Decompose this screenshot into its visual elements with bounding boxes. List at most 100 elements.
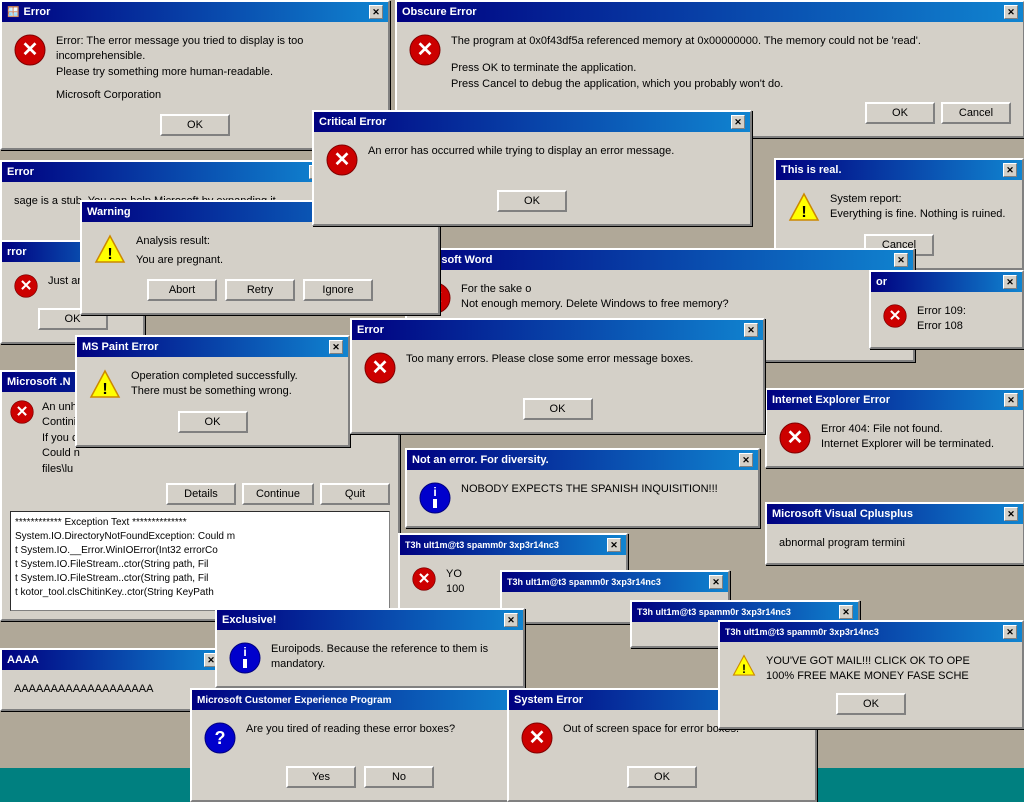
title-warning: Warning (87, 206, 131, 218)
close-btn-ms-word[interactable]: ✕ (894, 253, 908, 267)
close-btn-spam2[interactable]: ✕ (709, 575, 723, 589)
svg-text:✕: ✕ (418, 571, 431, 588)
close-btn-error-109[interactable]: ✕ (1003, 275, 1017, 289)
titlebar-spam2[interactable]: T3h ult1m@t3 spamm0r 3xp3r14nc3 ✕ (502, 572, 728, 592)
retry-btn-warning[interactable]: Retry (225, 279, 295, 301)
ms-visual-dialog: Microsoft Visual Cplusplus ✕ abnormal pr… (765, 502, 1024, 565)
titlebar-spam1[interactable]: T3h ult1m@t3 spamm0r 3xp3r14nc3 ✕ (400, 535, 626, 555)
ok-btn-critical[interactable]: OK (497, 190, 567, 212)
error-icon-just: ✕ (14, 274, 38, 298)
title-this-is-real: This is real. (781, 164, 842, 176)
error-msg2-top-left: Please try something more human-readable… (56, 65, 376, 80)
svg-text:✕: ✕ (417, 39, 434, 61)
error-icon-top-left: ✕ (14, 34, 46, 66)
error-icon-obscure: ✕ (409, 34, 441, 66)
titlebar-not-an-error[interactable]: Not an error. For diversity. ✕ (407, 450, 758, 470)
svg-text:✕: ✕ (889, 308, 902, 325)
close-btn-error-top-left[interactable]: ✕ (369, 5, 383, 19)
no-btn-ms-customer[interactable]: No (364, 766, 434, 788)
ok-btn-ms-paint[interactable]: OK (178, 411, 248, 433)
ms-word-msg1: For the sake o (461, 282, 729, 297)
close-btn-spam1[interactable]: ✕ (607, 538, 621, 552)
close-btn-obscure-error[interactable]: ✕ (1004, 5, 1018, 19)
title-spam2: T3h ult1m@t3 spamm0r 3xp3r14nc3 (507, 577, 661, 587)
titlebar-exclusive[interactable]: Exclusive! ✕ (217, 610, 523, 630)
cancel-btn-obscure[interactable]: Cancel (941, 102, 1011, 124)
titlebar-spam3[interactable]: T3h ult1m@t3 spamm0r 3xp3r14nc3 ✕ (632, 602, 858, 622)
ok-btn-spam4[interactable]: OK (836, 693, 906, 715)
titlebar-ie-error[interactable]: Internet Explorer Error ✕ (767, 390, 1023, 410)
titlebar-stub-error[interactable]: Error ✕ (2, 162, 328, 182)
close-btn-ms-paint[interactable]: ✕ (329, 340, 343, 354)
title-ms-visual: Microsoft Visual Cplusplus (772, 508, 913, 520)
error-icon-dotnet: ✕ (10, 400, 34, 424)
exclusive-dialog: Exclusive! ✕ i Euroipods. Because the re… (215, 608, 525, 688)
title-ms-paint: MS Paint Error (82, 341, 158, 353)
close-btn-spam4[interactable]: ✕ (1003, 625, 1017, 639)
continue-btn-dotnet[interactable]: Continue (242, 483, 314, 505)
close-btn-this-is-real[interactable]: ✕ (1003, 163, 1017, 177)
title-stub-error: Error (7, 166, 34, 178)
ms-word-msg2: Not enough memory. Delete Windows to fre… (461, 297, 729, 312)
titlebar-error-middle[interactable]: Error ✕ (352, 320, 763, 340)
titlebar-spam4[interactable]: T3h ult1m@t3 spamm0r 3xp3r14nc3 ✕ (720, 622, 1022, 642)
title-error-109: or (876, 276, 887, 288)
close-btn-exclusive[interactable]: ✕ (504, 613, 518, 627)
dotnet-msg5: files\lu (42, 462, 80, 477)
ms-visual-msg: abnormal program termini (779, 536, 905, 551)
spam1-msg1: YO (446, 567, 464, 582)
ms-customer-dialog: Microsoft Customer Experience Program ✕ … (190, 688, 530, 802)
this-is-real-msg1: System report: (830, 192, 1005, 207)
abort-btn-warning[interactable]: Abort (147, 279, 217, 301)
details-btn-dotnet[interactable]: Details (166, 483, 236, 505)
warning-msg1: Analysis result: (136, 234, 223, 249)
ok-btn-obscure[interactable]: OK (865, 102, 935, 124)
exclusive-msg: Euroipods. Because the reference to them… (271, 642, 511, 673)
yes-btn-ms-customer[interactable]: Yes (286, 766, 356, 788)
close-btn-not-an-error[interactable]: ✕ (739, 453, 753, 467)
ok-btn-error-middle[interactable]: OK (523, 398, 593, 420)
title-error-top-left: Error (23, 6, 50, 18)
spam4-dialog: T3h ult1m@t3 spamm0r 3xp3r14nc3 ✕ ! YOU'… (718, 620, 1024, 729)
close-btn-critical-error[interactable]: ✕ (731, 115, 745, 129)
ignore-btn-warning[interactable]: Ignore (303, 279, 373, 301)
close-btn-ms-visual[interactable]: ✕ (1004, 507, 1018, 521)
titlebar-ms-visual[interactable]: Microsoft Visual Cplusplus ✕ (767, 504, 1023, 524)
error-middle-msg: Too many errors. Please close some error… (406, 352, 693, 367)
titlebar-critical-error[interactable]: Critical Error ✕ (314, 112, 750, 132)
close-btn-ie-error[interactable]: ✕ (1004, 393, 1018, 407)
titlebar-aaaa[interactable]: AAAA ✕ (2, 650, 223, 670)
ok-btn-system-error[interactable]: OK (627, 766, 697, 788)
svg-text:✕: ✕ (22, 39, 39, 61)
warn-icon-this-is-real: ! (788, 192, 820, 224)
svg-text:!: ! (107, 246, 112, 263)
error-middle-dialog: Error ✕ ✕ Too many errors. Please close … (350, 318, 765, 434)
ms-paint-error-dialog: MS Paint Error ✕ ! Operation completed s… (75, 335, 350, 447)
dotnet-msg4: Could n (42, 446, 80, 461)
obscure-msg2: Press OK to terminate the application. (451, 61, 921, 76)
close-btn-spam3[interactable]: ✕ (839, 605, 853, 619)
titlebar-ms-paint[interactable]: MS Paint Error ✕ (77, 337, 348, 357)
spam4-msg1: YOU'VE GOT MAIL!!! CLICK OK TO OPE (766, 654, 970, 669)
ok-btn-error-top-left[interactable]: OK (160, 114, 230, 136)
svg-text:✕: ✕ (372, 357, 389, 379)
title-critical-error: Critical Error (319, 116, 386, 128)
titlebar-ms-word[interactable]: Microsoft Word ✕ (407, 250, 913, 270)
warn-icon-spam4: ! (732, 654, 756, 678)
close-btn-error-middle[interactable]: ✕ (744, 323, 758, 337)
ms-customer-msg: Are you tired of reading these error box… (246, 722, 455, 737)
quit-btn-dotnet[interactable]: Quit (320, 483, 390, 505)
title-obscure-error: Obscure Error (402, 6, 477, 18)
error-icon-109: ✕ (883, 304, 907, 328)
titlebar-obscure-error[interactable]: Obscure Error ✕ (397, 2, 1023, 22)
error-109-msg2: Error 108 (917, 319, 966, 334)
spam4-msg2: 100% FREE MAKE MONEY FASE SCHE (766, 669, 970, 684)
titlebar-this-is-real[interactable]: This is real. ✕ (776, 160, 1022, 180)
titlebar-error-top-left[interactable]: 🪟 Error ✕ (2, 2, 388, 22)
title-system-error: System Error (514, 694, 583, 706)
title-not-an-error: Not an error. For diversity. (412, 454, 549, 466)
titlebar-ms-customer[interactable]: Microsoft Customer Experience Program ✕ (192, 690, 528, 710)
spam1-msg2: 100 (446, 582, 464, 597)
svg-text:!: ! (742, 662, 746, 676)
titlebar-error-109[interactable]: or ✕ (871, 272, 1022, 292)
